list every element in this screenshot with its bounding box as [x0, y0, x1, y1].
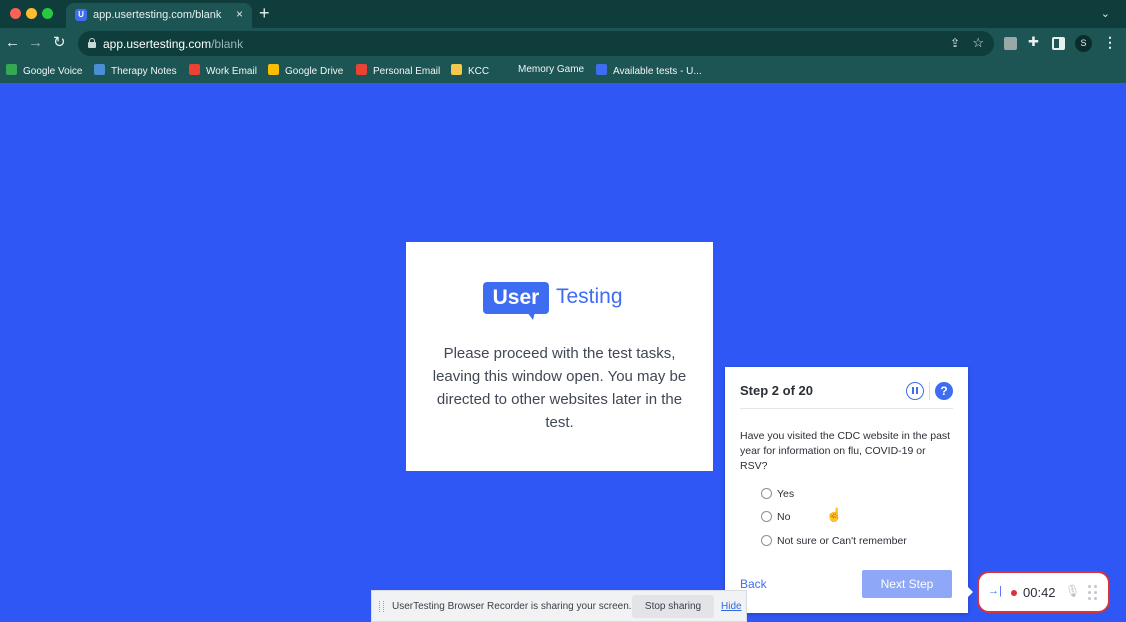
back-button[interactable]: ← [5, 34, 20, 52]
hand-cursor-icon: ☝ [826, 507, 843, 522]
gmail-icon [356, 64, 367, 75]
kcc-icon [451, 64, 462, 75]
bookmark-kcc[interactable]: KCC [451, 64, 489, 77]
bookmark-star-icon[interactable]: ☆ [972, 35, 984, 51]
bookmark-therapy-notes[interactable]: Therapy Notes [94, 64, 177, 77]
stop-sharing-button[interactable]: Stop sharing [632, 595, 714, 618]
tab-title: app.usertesting.com/blank [93, 9, 222, 21]
panel-divider [740, 408, 953, 409]
sharing-message: UserTesting Browser Recorder is sharing … [392, 601, 632, 612]
microphone-icon: 🎙 [1065, 584, 1081, 598]
bookmark-available-tests[interactable]: Available tests - U... [596, 64, 702, 77]
browser-tab-strip: U app.usertesting.com/blank × + ⌄ [0, 0, 1126, 28]
screen-sharing-bar: UserTesting Browser Recorder is sharing … [371, 590, 747, 622]
collapse-panel-icon[interactable]: →| [988, 585, 1002, 597]
option-label[interactable]: Not sure or Can't remember [777, 535, 907, 547]
recording-dot-icon [1011, 590, 1017, 596]
bookmark-google-drive[interactable]: Google Drive [268, 64, 343, 77]
url-path: /blank [211, 37, 244, 51]
bookmark-label: Google Voice [23, 66, 83, 77]
bookmark-label: Available tests - U... [613, 66, 702, 77]
bookmark-personal-email[interactable]: Personal Email [356, 64, 440, 77]
bookmark-memory-game[interactable]: Memory Game [518, 64, 584, 75]
recorder-widget: →| 00:42 🎙 [977, 571, 1110, 613]
drag-handle-icon[interactable] [1088, 585, 1100, 601]
bookmark-label: Work Email [206, 66, 257, 77]
logo-user-text: User [483, 282, 549, 314]
therapy-notes-icon [94, 64, 105, 75]
radio-button[interactable] [761, 535, 772, 546]
bookmark-work-email[interactable]: Work Email [189, 64, 257, 77]
url-host: app.usertesting.com [103, 37, 212, 51]
minimize-window-button[interactable] [26, 8, 37, 19]
pause-icon[interactable] [906, 382, 924, 400]
url-text[interactable]: app.usertesting.com/blank [103, 37, 243, 51]
task-step-panel: Step 2 of 20 ? Have you visited the CDC … [725, 367, 968, 613]
browser-toolbar: ← → ↻ app.usertesting.com/blank ⇪ ☆ ✚ S … [0, 28, 1126, 59]
active-tab[interactable]: U app.usertesting.com/blank × [66, 3, 252, 28]
bookmark-label: Google Drive [285, 66, 344, 77]
browser-menu-icon[interactable]: ⋮ [1103, 34, 1117, 51]
bookmark-label: Memory Game [518, 64, 585, 75]
google-voice-icon [6, 64, 17, 75]
usertesting-logo: User Testing [483, 282, 643, 322]
usertesting-favicon-icon: U [75, 9, 87, 21]
tab-search-chevron-icon[interactable]: ⌄ [1101, 7, 1110, 20]
question-text: Have you visited the CDC website in the … [740, 430, 951, 472]
address-bar[interactable]: app.usertesting.com/blank ⇪ ☆ [78, 31, 994, 56]
instructions-card: User Testing Please proceed with the tes… [406, 242, 713, 471]
bookmark-google-voice[interactable]: Google Voice [6, 64, 83, 77]
bookmark-label: KCC [468, 66, 490, 77]
logo-speech-tail [527, 312, 535, 320]
bookmark-label: Therapy Notes [111, 66, 177, 77]
bookmarks-bar: Google Voice Therapy Notes Work Email Go… [0, 59, 1126, 83]
option-label[interactable]: Yes [777, 488, 794, 500]
radio-button[interactable] [761, 488, 772, 499]
maximize-window-button[interactable] [42, 8, 53, 19]
back-button[interactable]: Back [740, 577, 767, 591]
help-icon[interactable]: ? [935, 382, 953, 400]
google-drive-icon [268, 64, 279, 75]
usertesting-icon [596, 64, 607, 75]
bookmark-label: Personal Email [373, 66, 441, 77]
panel-pointer [966, 585, 973, 599]
hide-link[interactable]: Hide [721, 601, 742, 612]
close-window-button[interactable] [10, 8, 21, 19]
drag-handle-icon[interactable] [379, 601, 384, 612]
tab-close-icon[interactable]: × [236, 7, 243, 21]
gmail-icon [189, 64, 200, 75]
reload-button[interactable]: ↻ [53, 34, 66, 52]
step-counter: Step 2 of 20 [740, 383, 813, 398]
profile-avatar[interactable]: S [1075, 35, 1092, 52]
radio-button[interactable] [761, 511, 772, 522]
extensions-puzzle-icon[interactable]: ✚ [1028, 34, 1041, 49]
next-step-button[interactable]: Next Step [862, 570, 952, 598]
new-tab-button[interactable]: + [259, 3, 270, 23]
option-label[interactable]: No [777, 511, 790, 523]
lock-icon [88, 38, 96, 48]
recording-timer: 00:42 [1023, 585, 1056, 600]
forward-button[interactable]: → [28, 34, 43, 52]
logo-testing-text: Testing [556, 285, 623, 308]
side-panel-icon[interactable] [1052, 37, 1065, 50]
extension-icon[interactable] [1004, 37, 1017, 50]
share-icon[interactable]: ⇪ [950, 36, 960, 50]
header-divider [929, 382, 930, 400]
instructions-message: Please proceed with the test tasks, leav… [432, 345, 687, 431]
